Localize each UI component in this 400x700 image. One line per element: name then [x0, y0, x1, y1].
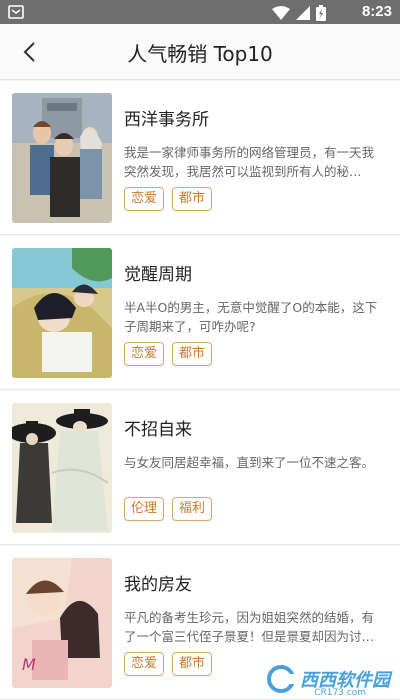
- comic-title: 不招自来: [124, 420, 192, 440]
- wifi-icon: [272, 6, 290, 20]
- tag[interactable]: 福利: [172, 497, 213, 521]
- app-header: 人气畅销 Top10: [0, 24, 400, 80]
- page-title: 人气畅销 Top10: [127, 42, 273, 66]
- tag-list: 恋爱 都市: [124, 187, 213, 211]
- tag[interactable]: 都市: [172, 187, 213, 211]
- status-time: 8:23: [361, 3, 392, 20]
- comic-description: 平凡的备考生珍元，因为姐姐突然的结婚，有了一个富三代侄子景夏！但是景夏却因为讨…: [124, 610, 375, 644]
- list-item[interactable]: 觉醒周期 半A半O的男主，无意中觉醒了O的本能，这下子周期来了，可咋办呢? 恋爱…: [0, 236, 400, 390]
- comic-title: 西洋事务所: [124, 110, 209, 130]
- status-bar: 8:23: [0, 0, 400, 24]
- tag[interactable]: 恋爱: [124, 187, 165, 211]
- tag[interactable]: 都市: [172, 652, 213, 676]
- comic-description: 与女友同居超幸福，直到来了一位不速之客。: [124, 455, 375, 470]
- tag-list: 恋爱 都市: [124, 342, 213, 366]
- tag[interactable]: 都市: [172, 342, 213, 366]
- svg-text:M: M: [22, 655, 36, 674]
- watermark-subtext: CR173.com: [314, 688, 366, 698]
- comic-list: 西洋事务所 我是一家律师事务所的网络管理员，有一天我突然发现，我居然可以监视到所…: [0, 81, 400, 700]
- battery-icon: [316, 5, 326, 21]
- comic-title: 我的房友: [124, 575, 192, 595]
- cover-image: [12, 403, 112, 533]
- tag[interactable]: 恋爱: [124, 652, 165, 676]
- comic-title: 觉醒周期: [124, 265, 192, 285]
- tag-list: 恋爱 都市: [124, 652, 213, 676]
- tag-list: 伦理 福利: [124, 497, 213, 521]
- comic-description: 我是一家律师事务所的网络管理员，有一天我突然发现，我居然可以监视到所有人的秘…: [124, 145, 375, 179]
- watermark-logo-icon: [267, 665, 296, 693]
- list-item[interactable]: 西洋事务所 我是一家律师事务所的网络管理员，有一天我突然发现，我居然可以监视到所…: [0, 81, 400, 235]
- notification-icon: [8, 5, 24, 19]
- cover-image: M: [12, 558, 112, 688]
- cover-image: [12, 248, 112, 378]
- cover-image: [12, 93, 112, 223]
- signal-icon: [296, 6, 310, 20]
- tag[interactable]: 伦理: [124, 497, 165, 521]
- site-watermark: 西西软件园 CR173.com: [266, 664, 390, 698]
- list-item[interactable]: 不招自来 与女友同居超幸福，直到来了一位不速之客。 伦理 福利: [0, 391, 400, 545]
- tag[interactable]: 恋爱: [124, 342, 165, 366]
- comic-description: 半A半O的男主，无意中觉醒了O的本能，这下子周期来了，可咋办呢?: [124, 300, 378, 334]
